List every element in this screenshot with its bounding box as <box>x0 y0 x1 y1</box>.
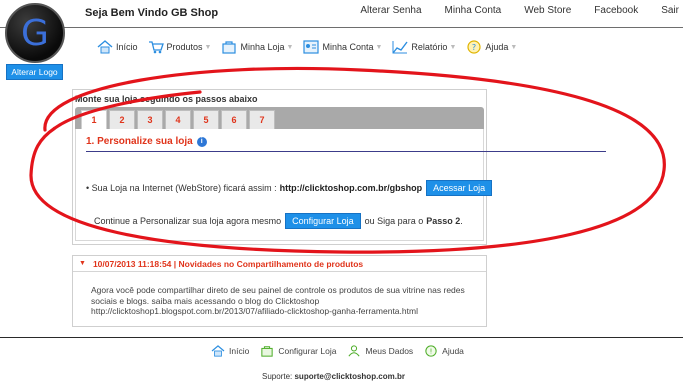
footer-item-ajuda[interactable]: ! Ajuda <box>424 345 464 357</box>
help-icon: ! <box>425 345 437 357</box>
wizard-body: 1. Personalize sua loja i • Sua Loja na … <box>75 129 606 241</box>
user-icon <box>348 345 361 357</box>
news-header[interactable]: ▼ 10/07/2013 11:18:54 | Novidades no Com… <box>73 256 486 272</box>
webstore-row: • Sua Loja na Internet (WebStore) ficará… <box>86 180 496 196</box>
tab-step-4[interactable]: 4 <box>165 110 191 129</box>
step-title: 1. Personalize sua loja i <box>86 136 207 147</box>
footer-item-inicio-label: Início <box>229 346 250 356</box>
footer-item-ajuda-label: Ajuda <box>442 346 464 356</box>
news-panel: ▼ 10/07/2013 11:18:54 | Novidades no Com… <box>72 255 487 327</box>
menu-item-inicio-label: Início <box>116 42 138 52</box>
tab-step-6[interactable]: 6 <box>221 110 247 129</box>
menu-item-ajuda[interactable]: ? Ajuda ▼ <box>466 40 517 54</box>
menu-item-produtos-label: Produtos <box>166 42 203 52</box>
facebook-link[interactable]: Facebook <box>594 5 638 16</box>
tab-step-1[interactable]: 1 <box>81 110 107 129</box>
info-icon[interactable]: i <box>196 136 207 147</box>
step-title-text: 1. Personalize sua loja <box>86 136 193 147</box>
step-divider <box>86 151 606 152</box>
bag-icon <box>222 41 237 54</box>
footer-item-configurar-loja[interactable]: Configurar Loja <box>260 345 336 357</box>
tab-step-7[interactable]: 7 <box>249 110 275 129</box>
menu-item-relatorio[interactable]: Relatório ▼ <box>392 40 456 54</box>
top-links: Alterar Senha Minha Conta Web Store Face… <box>337 5 679 16</box>
top-header: Seja Bem Vindo GB Shop Alterar Senha Min… <box>0 0 683 28</box>
chevron-down-icon: ▼ <box>204 43 212 51</box>
svg-text:!: ! <box>430 348 433 356</box>
configure-prefix: Continue a Personalizar sua loja agora m… <box>94 216 282 226</box>
home-icon <box>97 40 113 54</box>
cart-icon <box>148 41 164 54</box>
support-line: Suporte: suporte@clicktoshop.com.br <box>262 372 405 381</box>
footer-divider <box>0 337 683 338</box>
news-body: Agora você pode compartilhar direto de s… <box>91 285 465 316</box>
account-icon <box>303 40 320 54</box>
web-store-link[interactable]: Web Store <box>524 5 571 16</box>
wizard-title: Monte sua loja seguindo os passos abaixo <box>75 94 258 104</box>
main-menu: Início Produtos ▼ Minha Loja ▼ Minha Con… <box>97 38 527 56</box>
collapse-triangle-icon: ▼ <box>79 260 86 267</box>
footer-menu: Início Configurar Loja Meus Dados ! Ajud… <box>211 345 475 357</box>
home-icon <box>211 345 225 357</box>
configure-row: Continue a Personalizar sua loja agora m… <box>94 213 463 229</box>
configure-end: . <box>460 216 463 226</box>
tab-step-5[interactable]: 5 <box>193 110 219 129</box>
menu-item-relatorio-label: Relatório <box>411 42 448 52</box>
sair-link[interactable]: Sair <box>661 5 679 16</box>
store-logo: G <box>5 3 65 63</box>
welcome-text: Seja Bem Vindo GB Shop <box>85 7 219 19</box>
tab-step-3[interactable]: 3 <box>137 110 163 129</box>
menu-item-minha-conta-label: Minha Conta <box>322 42 374 52</box>
chevron-down-icon: ▼ <box>449 43 457 51</box>
support-email[interactable]: suporte@clicktoshop.com.br <box>294 372 404 381</box>
news-header-text: 10/07/2013 11:18:54 | Novidades no Compa… <box>92 258 364 269</box>
tab-step-2[interactable]: 2 <box>109 110 135 129</box>
chevron-down-icon: ▼ <box>375 43 383 51</box>
menu-item-minha-conta[interactable]: Minha Conta ▼ <box>303 40 382 54</box>
help-icon: ? <box>467 40 481 54</box>
bag-icon <box>261 346 273 357</box>
menu-item-minha-loja[interactable]: Minha Loja ▼ <box>221 40 293 54</box>
menu-item-inicio[interactable]: Início <box>97 40 138 54</box>
chevron-down-icon: ▼ <box>286 43 294 51</box>
webstore-url: http://clicktoshop.com.br/gbshop <box>279 183 423 193</box>
footer-item-meus-dados[interactable]: Meus Dados <box>347 345 413 357</box>
logo-letter: G <box>21 12 49 54</box>
acessar-loja-button[interactable]: Acessar Loja <box>426 180 493 196</box>
footer-item-inicio[interactable]: Início <box>211 345 249 357</box>
footer-item-configurar-loja-label: Configurar Loja <box>278 346 337 356</box>
setup-wizard: Monte sua loja seguindo os passos abaixo… <box>72 89 606 245</box>
svg-text:?: ? <box>472 43 476 52</box>
webstore-label: • Sua Loja na Internet (WebStore) ficará… <box>86 183 277 193</box>
menu-item-ajuda-label: Ajuda <box>485 42 509 52</box>
configure-suffix: ou Siga para o <box>364 216 424 226</box>
chart-icon <box>392 41 408 54</box>
configurar-loja-button[interactable]: Configurar Loja <box>285 213 361 229</box>
menu-item-minha-loja-label: Minha Loja <box>240 42 285 52</box>
alterar-logo-button[interactable]: Alterar Logo <box>6 64 63 80</box>
wizard-tabbar: 1 2 3 4 5 6 7 <box>75 107 484 129</box>
alterar-senha-link[interactable]: Alterar Senha <box>360 5 421 16</box>
minha-conta-link[interactable]: Minha Conta <box>445 5 502 16</box>
footer-item-meus-dados-label: Meus Dados <box>365 346 414 356</box>
passo-2-link[interactable]: Passo 2 <box>426 216 460 226</box>
chevron-down-icon: ▼ <box>510 43 518 51</box>
menu-item-produtos[interactable]: Produtos ▼ <box>148 40 212 54</box>
support-label: Suporte: <box>262 372 293 381</box>
